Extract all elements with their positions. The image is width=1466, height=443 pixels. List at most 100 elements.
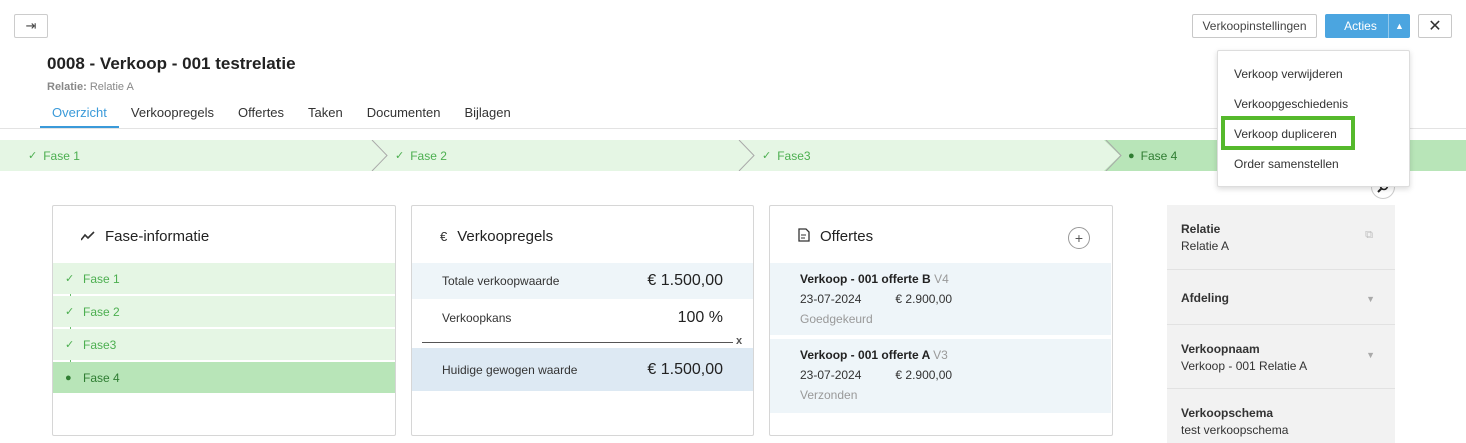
sidebar-item-relatie[interactable]: Relatie Relatie A ⧉	[1167, 205, 1395, 270]
sidebar-item-verkoopnaam[interactable]: Verkoopnaam Verkoop - 001 Relatie A ▼	[1167, 325, 1395, 389]
check-circle-filled-icon: ●	[1128, 149, 1135, 162]
sidebar-item-value: Relatie A	[1181, 239, 1230, 253]
fase-info-card: Fase-informatie ✓ Fase 1 ✓ Fase 2 ✓ Fase…	[52, 205, 396, 436]
card-title: Verkoopregels	[457, 228, 554, 245]
actions-dropdown-menu: Verkoop verwijderen Verkoopgeschiedenis …	[1217, 50, 1410, 187]
card-header: Offertes	[798, 228, 873, 245]
offerte-title: Verkoop - 001 offerte B V4	[800, 272, 1111, 286]
relation-label: Relatie:	[47, 81, 87, 93]
offertes-card: Offertes + Verkoop - 001 offerte B V4 23…	[769, 205, 1113, 436]
menu-item-verkoopgeschiedenis[interactable]: Verkoopgeschiedenis	[1234, 97, 1348, 111]
euro-icon: €	[440, 229, 448, 244]
tab-taken[interactable]: Taken	[296, 100, 355, 128]
external-link-icon[interactable]: ⧉	[1365, 229, 1373, 242]
offerte-item-1[interactable]: Verkoop - 001 offerte B V4 23-07-2024 € …	[770, 263, 1111, 335]
arrow-to-right-icon: ⇥	[25, 18, 37, 33]
offerte-version: V4	[934, 272, 949, 286]
check-circle-icon: ✓	[65, 339, 75, 351]
chevron-separator-icon	[371, 140, 388, 171]
chance-label: Verkoopkans	[442, 311, 512, 325]
sidebar-item-label: Verkoopnaam	[1181, 342, 1260, 356]
phase-step-2[interactable]: ✓ Fase 2	[395, 140, 447, 171]
sidebar-item-verkoopschema[interactable]: Verkoopschema test verkoopschema	[1167, 389, 1395, 443]
verkoopregels-card: € Verkoopregels Totale verkoopwaarde € 1…	[411, 205, 754, 436]
offerte-amount: € 2.900,00	[895, 368, 953, 382]
phase-step-label: Fase3	[777, 148, 811, 163]
total-value-label: Totale verkoopwaarde	[442, 274, 560, 288]
check-circle-icon: ✓	[28, 150, 38, 162]
fase-item-2: ✓ Fase 2	[53, 296, 395, 327]
fase-item-4: ● Fase 4	[53, 362, 395, 393]
offerte-date: 23-07-2024	[800, 292, 862, 306]
phase-step-3[interactable]: ✓ Fase3	[762, 140, 811, 171]
fase-item-label: Fase 4	[83, 370, 120, 385]
check-circle-icon: ✓	[395, 150, 405, 162]
close-button[interactable]: ✕	[1418, 14, 1452, 38]
fase-item-label: Fase 2	[83, 304, 120, 319]
sidebar-item-label: Relatie	[1181, 222, 1221, 236]
document-edit-icon	[798, 228, 810, 245]
chance-row: Verkoopkans 100 %	[412, 299, 753, 337]
settings-button[interactable]: Verkoopinstellingen	[1192, 14, 1317, 38]
check-circle-icon: ✓	[65, 306, 75, 318]
card-title: Fase-informatie	[105, 228, 210, 245]
weighted-value-row: Huidige gewogen waarde € 1.500,00	[412, 348, 753, 391]
fase-item-label: Fase 1	[83, 271, 120, 286]
card-title: Offertes	[820, 228, 874, 245]
sidebar-item-label: Afdeling	[1181, 291, 1229, 305]
offerte-status: Goedgekeurd	[800, 312, 873, 326]
check-circle-icon: ✓	[762, 150, 772, 162]
tab-bijlagen[interactable]: Bijlagen	[452, 100, 522, 128]
fase-item-1: ✓ Fase 1	[53, 263, 395, 294]
add-offerte-button[interactable]: +	[1068, 227, 1090, 249]
trend-line-icon	[80, 229, 95, 244]
multiply-sign: x	[736, 335, 743, 347]
total-value: € 1.500,00	[647, 272, 723, 289]
menu-item-verkoop-verwijderen[interactable]: Verkoop verwijderen	[1234, 67, 1343, 81]
total-value-row: Totale verkoopwaarde € 1.500,00	[412, 263, 753, 299]
offerte-item-2[interactable]: Verkoop - 001 offerte A V3 23-07-2024 € …	[770, 339, 1111, 413]
menu-item-order-samenstellen[interactable]: Order samenstellen	[1234, 157, 1339, 171]
sidebar-item-value: Verkoop - 001 Relatie A	[1181, 359, 1308, 373]
weighted-value: € 1.500,00	[647, 360, 723, 378]
tab-overzicht[interactable]: Overzicht	[40, 100, 119, 128]
actions-button[interactable]: Acties ▲	[1325, 14, 1410, 38]
actions-label: Acties	[1344, 19, 1377, 33]
card-header: Fase-informatie	[80, 228, 210, 245]
chevron-separator-icon	[1104, 140, 1122, 171]
phase-step-1[interactable]: ✓ Fase 1	[28, 140, 80, 171]
menu-item-verkoop-dupliceren[interactable]: Verkoop dupliceren	[1234, 127, 1337, 141]
relation-value: Relatie A	[89, 81, 134, 93]
phase-step-label: Fase 1	[43, 148, 80, 163]
offerte-name: Verkoop - 001 offerte A	[800, 348, 930, 362]
page-title: 0008 - Verkoop - 001 testrelatie	[47, 54, 296, 73]
fase-item-label: Fase3	[83, 337, 117, 352]
fase-item-3: ✓ Fase3	[53, 329, 395, 360]
sidebar-item-label: Verkoopschema	[1181, 406, 1274, 420]
caret-down-icon: ▼	[1366, 294, 1375, 304]
sidebar-item-value: test verkoopschema	[1181, 423, 1289, 437]
weighted-value-label: Huidige gewogen waarde	[442, 362, 578, 377]
check-circle-filled-icon: ●	[65, 371, 72, 384]
details-sidebar: Relatie Relatie A ⧉ Afdeling ▼ Verkoopna…	[1167, 205, 1395, 443]
phase-step-label: Fase 4	[1140, 148, 1178, 163]
offerte-name: Verkoop - 001 offerte B	[800, 272, 931, 286]
offerte-title: Verkoop - 001 offerte A V3	[800, 348, 1111, 362]
offerte-details: 23-07-2024 € 2.900,00	[800, 368, 1111, 382]
offerte-version: V3	[933, 348, 948, 362]
offerte-date: 23-07-2024	[800, 368, 862, 382]
card-header: € Verkoopregels	[440, 228, 553, 245]
caret-down-icon: ▼	[1366, 350, 1375, 360]
chevron-separator-icon	[738, 140, 755, 171]
collapse-panel-button[interactable]: ⇥	[14, 14, 48, 38]
tab-verkoopregels[interactable]: Verkoopregels	[119, 100, 226, 128]
chance-value: 100 %	[677, 309, 723, 326]
tab-documenten[interactable]: Documenten	[355, 100, 453, 128]
relation-subtitle: Relatie: Relatie A	[47, 81, 134, 93]
tab-offertes[interactable]: Offertes	[226, 100, 296, 128]
phase-step-label: Fase 2	[410, 148, 447, 163]
sidebar-item-afdeling[interactable]: Afdeling ▼	[1167, 270, 1395, 325]
offerte-status: Verzonden	[800, 388, 858, 402]
offerte-details: 23-07-2024 € 2.900,00	[800, 292, 1111, 306]
check-circle-icon: ✓	[65, 273, 75, 285]
